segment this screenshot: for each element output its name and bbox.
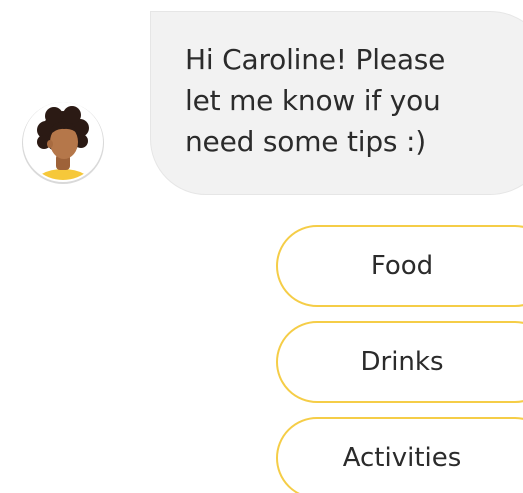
assistant-avatar [14, 98, 112, 186]
assistant-message-text: Hi Caroline! Please let me know if you n… [185, 43, 446, 158]
quick-reply-drinks-button[interactable]: Drinks [276, 321, 523, 403]
quick-reply-activities-button[interactable]: Activities [276, 417, 523, 493]
chat-screen: Hi Caroline! Please let me know if you n… [0, 0, 523, 493]
quick-reply-label: Drinks [360, 347, 444, 377]
quick-reply-label: Activities [342, 443, 462, 473]
person-avatar-icon [22, 102, 104, 184]
quick-reply-label: Food [370, 251, 434, 281]
quick-reply-food-button[interactable]: Food [276, 225, 523, 307]
